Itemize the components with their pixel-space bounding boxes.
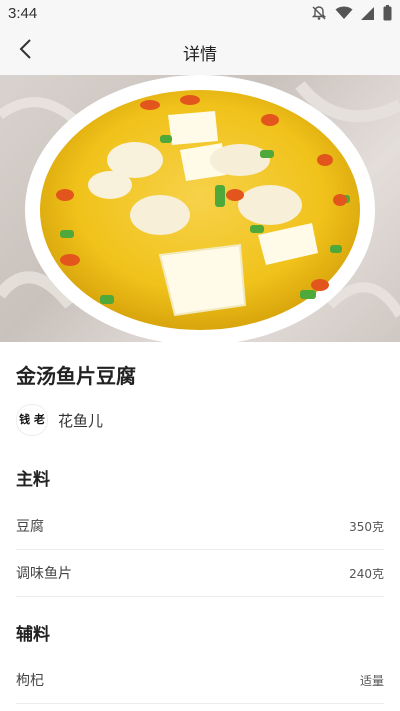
- page-title: 详情: [183, 45, 217, 65]
- author-avatar: 钱 老: [16, 404, 48, 436]
- carousel-dot: [207, 332, 213, 338]
- ingredient-row: 调味鱼片 240克: [16, 550, 384, 597]
- main-ingredients-title: 主料: [16, 470, 50, 490]
- ingredient-qty: 240克: [349, 566, 384, 581]
- author-name: 花鱼儿: [58, 411, 104, 430]
- status-icons: [311, 5, 392, 21]
- ingredient-name: 调味鱼片: [16, 566, 72, 582]
- author-row[interactable]: 钱 老 花鱼儿: [16, 403, 103, 437]
- recipe-photo-carousel[interactable]: [0, 75, 400, 342]
- carousel-dot: [187, 332, 203, 338]
- ingredient-qty: 适量: [359, 673, 384, 688]
- ingredient-row: 豆腐 350克: [16, 503, 384, 550]
- ingredient-name: 豆腐: [16, 519, 44, 535]
- ingredient-row: 枸杞 适量: [16, 657, 384, 704]
- battery-icon: [383, 5, 392, 21]
- carousel-indicator: [0, 332, 400, 338]
- wifi-icon: [335, 5, 353, 21]
- recipe-photo: [0, 75, 400, 342]
- status-bar: 3:44: [0, 0, 400, 28]
- ingredient-name: 枸杞: [16, 673, 44, 689]
- status-time: 3:44: [8, 5, 38, 22]
- recipe-title: 金汤鱼片豆腐: [16, 364, 136, 388]
- signal-icon: [361, 5, 375, 21]
- secondary-ingredients-title: 辅料: [16, 625, 50, 645]
- app-header: 详情: [0, 28, 400, 75]
- ingredient-qty: 350克: [349, 519, 384, 534]
- notifications-off-icon: [311, 5, 327, 21]
